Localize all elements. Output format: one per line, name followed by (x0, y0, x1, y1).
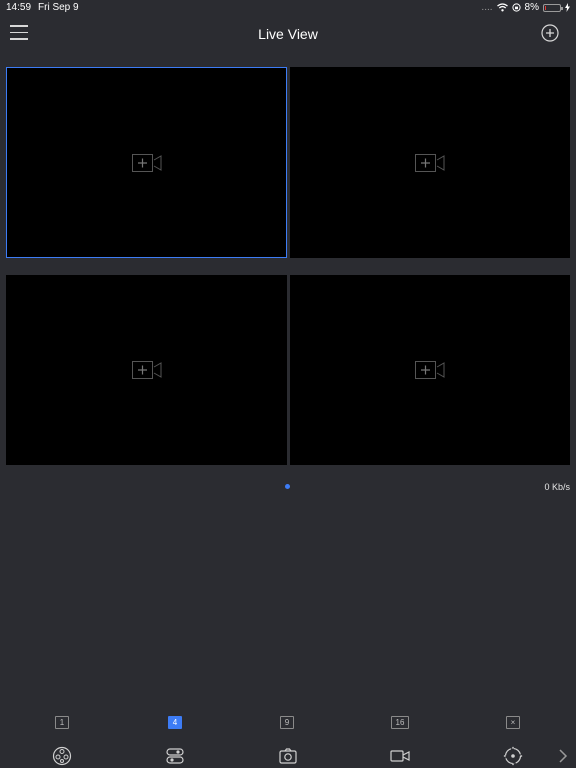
chevron-right-icon[interactable] (558, 748, 568, 764)
video-grid (6, 67, 570, 467)
toggle-icon[interactable] (165, 746, 185, 766)
battery-level (545, 5, 546, 10)
layout-close-button[interactable]: × (506, 716, 520, 729)
multitask-dots: .... (481, 2, 493, 13)
layout-4-button[interactable]: 4 (168, 716, 182, 729)
camera-icon[interactable] (278, 746, 298, 766)
layout-1-button[interactable]: 1 (55, 716, 69, 729)
video-tile[interactable] (6, 67, 287, 258)
orientation-lock-icon (511, 3, 521, 12)
status-date: Fri Sep 9 (38, 2, 79, 13)
ptz-icon[interactable] (503, 746, 523, 766)
layout-9-button[interactable]: 9 (280, 716, 294, 729)
video-tile[interactable] (6, 275, 287, 465)
live-view-screen: 14:59 Fri Sep 9 .... 8% Live View 0 Kb/s… (0, 0, 576, 768)
status-indicators: .... 8% (481, 2, 570, 13)
bitrate-readout: 0 Kb/s (544, 482, 570, 492)
reel-icon[interactable] (52, 746, 72, 766)
page-indicator-dot (285, 484, 290, 489)
layout-selector: 1 4 9 16 × (0, 712, 576, 734)
action-toolbar (0, 742, 576, 768)
battery-percent: 8% (524, 2, 539, 13)
add-camera-icon[interactable] (415, 361, 445, 379)
add-camera-icon[interactable] (131, 361, 162, 379)
nav-bar: Live View (0, 16, 576, 52)
video-tile[interactable] (290, 67, 570, 258)
add-camera-icon[interactable] (415, 153, 445, 172)
status-time: 14:59 (6, 2, 32, 13)
add-circle-icon[interactable] (541, 24, 559, 42)
charging-bolt-icon (565, 3, 570, 12)
video-tile[interactable] (290, 275, 570, 465)
video-icon[interactable] (390, 746, 410, 766)
wifi-icon (496, 3, 508, 12)
status-bar: 14:59 Fri Sep 9 .... 8% (0, 0, 576, 16)
page-title: Live View (258, 26, 318, 42)
layout-16-button[interactable]: 16 (391, 716, 409, 729)
battery-icon (543, 3, 563, 12)
add-camera-icon[interactable] (131, 153, 162, 172)
